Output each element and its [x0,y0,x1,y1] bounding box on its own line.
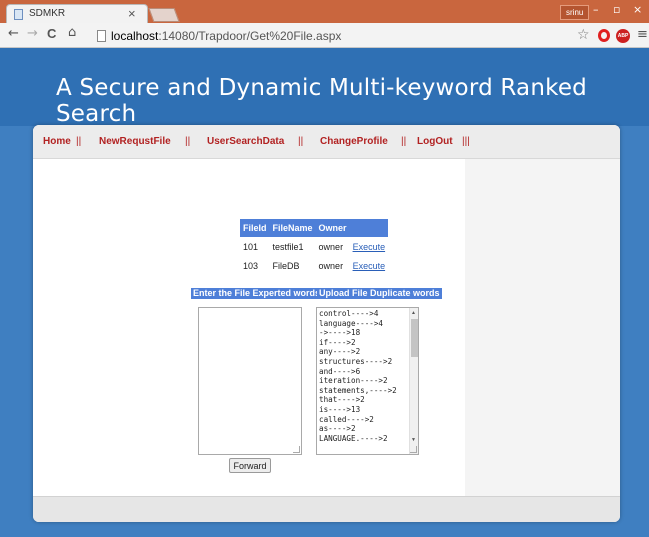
textarea-scrollbar[interactable]: ▲ ▼ [409,308,418,454]
browser-menu-icon[interactable]: ≡ [637,27,648,42]
back-icon[interactable]: ← [8,26,19,41]
profile-button[interactable]: srinu [560,5,590,20]
resize-grip-icon[interactable] [293,446,300,453]
execute-link[interactable]: Execute [353,242,386,252]
nav-separator: || [401,136,407,147]
forward-button[interactable]: Forward [229,458,271,473]
resize-grip-icon[interactable] [410,446,417,453]
nav-user-search-data[interactable]: UserSearchData [207,136,284,147]
table-header-row: FileId FileName Owner [240,219,389,237]
duplicate-words-label: Upload File Duplicate words [317,288,442,299]
table-row: 103 FileDB owner Execute [240,256,388,275]
cell-owner: owner [318,241,344,252]
expected-words-textarea[interactable] [198,307,302,455]
tab-title: SDMKR [29,8,66,19]
column-header-fileid: FileId [240,219,270,237]
nav-home[interactable]: Home [43,136,71,147]
site-title: A Secure and Dynamic Multi-keyword Ranke… [56,75,587,127]
column-header-action [349,219,389,237]
new-tab-button[interactable] [148,8,180,22]
execute-link[interactable]: Execute [353,261,386,271]
minimize-icon[interactable]: – [593,3,599,16]
nav-separator: || [298,136,304,147]
column-header-owner: Owner [315,219,350,237]
restore-icon[interactable]: ▫ [613,3,620,16]
cell-fileid: 103 [243,260,259,271]
table-row: 101 testfile1 owner Execute [240,237,388,256]
forward-icon[interactable]: → [27,26,38,41]
reload-icon[interactable]: C [47,26,56,41]
content-card: Home || NewRequstFile || UserSearchData … [33,125,620,522]
browser-titlebar: SDMKR × srinu – ▫ × [0,0,649,23]
nav-new-request-file[interactable]: NewRequstFile [99,136,171,147]
browser-tab[interactable]: SDMKR × [6,4,148,23]
expected-words-label: Enter the File Experted words [191,288,323,299]
nav-change-profile[interactable]: ChangeProfile [320,136,388,147]
cell-filename: FileDB [272,260,300,271]
close-window-icon[interactable]: × [633,3,642,16]
side-panel [465,159,620,496]
page-footer [33,496,620,522]
adblock-icon[interactable]: ABP [616,29,630,43]
scrollbar-thumb[interactable] [411,319,418,357]
scroll-up-icon[interactable]: ▲ [411,309,416,317]
duplicate-words-textarea[interactable]: control---->4 language---->4 ->---->18 i… [316,307,419,455]
cell-owner: owner [318,260,344,271]
url-host: localhost [111,29,159,43]
page-favicon-icon [14,9,23,20]
tab-close-icon[interactable]: × [128,6,136,22]
home-icon[interactable]: ⌂ [68,25,76,40]
cell-fileid: 101 [243,241,259,252]
opera-extension-icon[interactable] [598,29,610,42]
url-text[interactable]: localhost:14080/Trapdoor/Get%20File.aspx [111,29,341,43]
bookmark-star-icon[interactable]: ☆ [577,27,590,43]
main-nav: Home || NewRequstFile || UserSearchData … [33,125,620,159]
nav-separator: ||| [462,136,470,147]
nav-separator: || [76,136,82,147]
nav-logout[interactable]: LogOut [417,136,453,147]
scroll-down-icon[interactable]: ▼ [411,436,416,444]
files-table: FileId FileName Owner 101 testfile1 owne… [240,219,389,275]
nav-separator: || [185,136,191,147]
column-header-filename: FileName [269,219,316,237]
url-path: :14080/Trapdoor/Get%20File.aspx [158,29,342,43]
page-icon [97,30,106,42]
duplicate-words-content: control---->4 language---->4 ->---->18 i… [319,309,397,443]
cell-filename: testfile1 [272,241,304,252]
